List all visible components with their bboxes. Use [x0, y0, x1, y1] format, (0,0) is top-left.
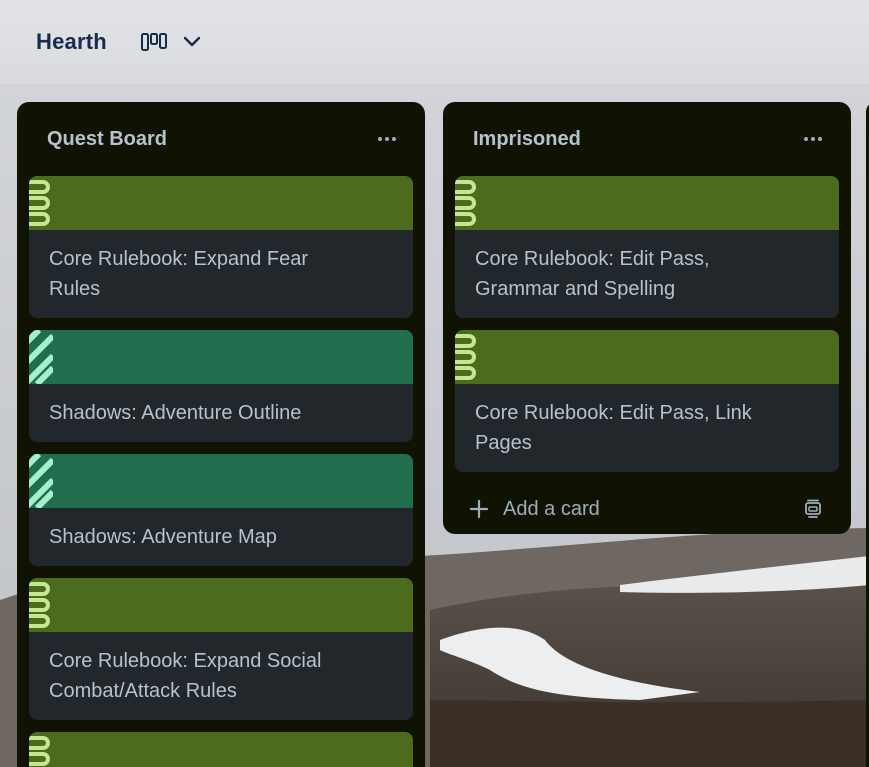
- card-cover: [29, 578, 413, 632]
- card-title: Core Rulebook: Edit Pass, Grammar and Sp…: [475, 248, 710, 300]
- card[interactable]: Core Rulebook: Edit Pass, Grammar and Sp…: [455, 176, 839, 318]
- list-menu-button[interactable]: [799, 125, 827, 153]
- wave-pattern-icon: [455, 180, 476, 226]
- card-cover: [455, 330, 839, 384]
- card-title: Shadows: Adventure Map: [49, 526, 277, 548]
- card[interactable]: Core Rulebook: Expand Fear Rules: [29, 176, 413, 318]
- view-switcher[interactable]: [140, 33, 201, 51]
- card-cover: [29, 732, 413, 767]
- add-card-row: Add a card: [455, 480, 839, 538]
- list-imprisoned: Imprisoned Core Rulebook: Edit Pass, Gra…: [443, 102, 851, 534]
- add-card-label: Add a card: [503, 497, 600, 520]
- more-horizontal-icon: [378, 137, 396, 141]
- list-title[interactable]: Imprisoned: [473, 128, 581, 151]
- card[interactable]: Core Rulebook: Expand Social Combat/Atta…: [29, 578, 413, 720]
- more-horizontal-icon: [804, 137, 822, 141]
- card[interactable]: Shadows: Adventure Outline: [29, 330, 413, 442]
- create-from-template-button[interactable]: [799, 495, 827, 523]
- card-template-icon: [805, 499, 821, 518]
- list-menu-button[interactable]: [373, 125, 401, 153]
- wave-pattern-icon: [29, 180, 50, 226]
- card-title: Shadows: Adventure Outline: [49, 402, 302, 424]
- board-view-icon: [140, 33, 167, 51]
- list-header: Quest Board: [29, 102, 413, 176]
- card-cover: [29, 454, 413, 508]
- card-title: Core Rulebook: Expand Fear Rules: [49, 248, 309, 300]
- list-title[interactable]: Quest Board: [47, 128, 167, 151]
- board-header: Hearth: [0, 0, 869, 84]
- chevron-down-icon: [183, 36, 201, 47]
- card[interactable]: [29, 732, 413, 767]
- board-title[interactable]: Hearth: [36, 29, 107, 55]
- card-title: Core Rulebook: Expand Social Combat/Atta…: [49, 650, 322, 702]
- card-title: Core Rulebook: Edit Pass, Link Pages: [475, 402, 752, 454]
- add-card-button[interactable]: Add a card: [469, 498, 600, 521]
- card[interactable]: Shadows: Adventure Map: [29, 454, 413, 566]
- wave-pattern-icon: [455, 334, 476, 380]
- wave-pattern-icon: [29, 582, 50, 628]
- plus-icon: [469, 499, 489, 519]
- card-cover: [29, 330, 413, 384]
- card-cover: [29, 176, 413, 230]
- card-cover: [455, 176, 839, 230]
- wave-pattern-icon: [29, 736, 50, 766]
- list-header: Imprisoned: [455, 102, 839, 176]
- card[interactable]: Core Rulebook: Edit Pass, Link Pages: [455, 330, 839, 472]
- stripe-pattern-icon: [29, 330, 53, 384]
- list-quest-board: Quest Board Core Rulebook: Expand Fear R…: [17, 102, 425, 767]
- stripe-pattern-icon: [29, 454, 53, 508]
